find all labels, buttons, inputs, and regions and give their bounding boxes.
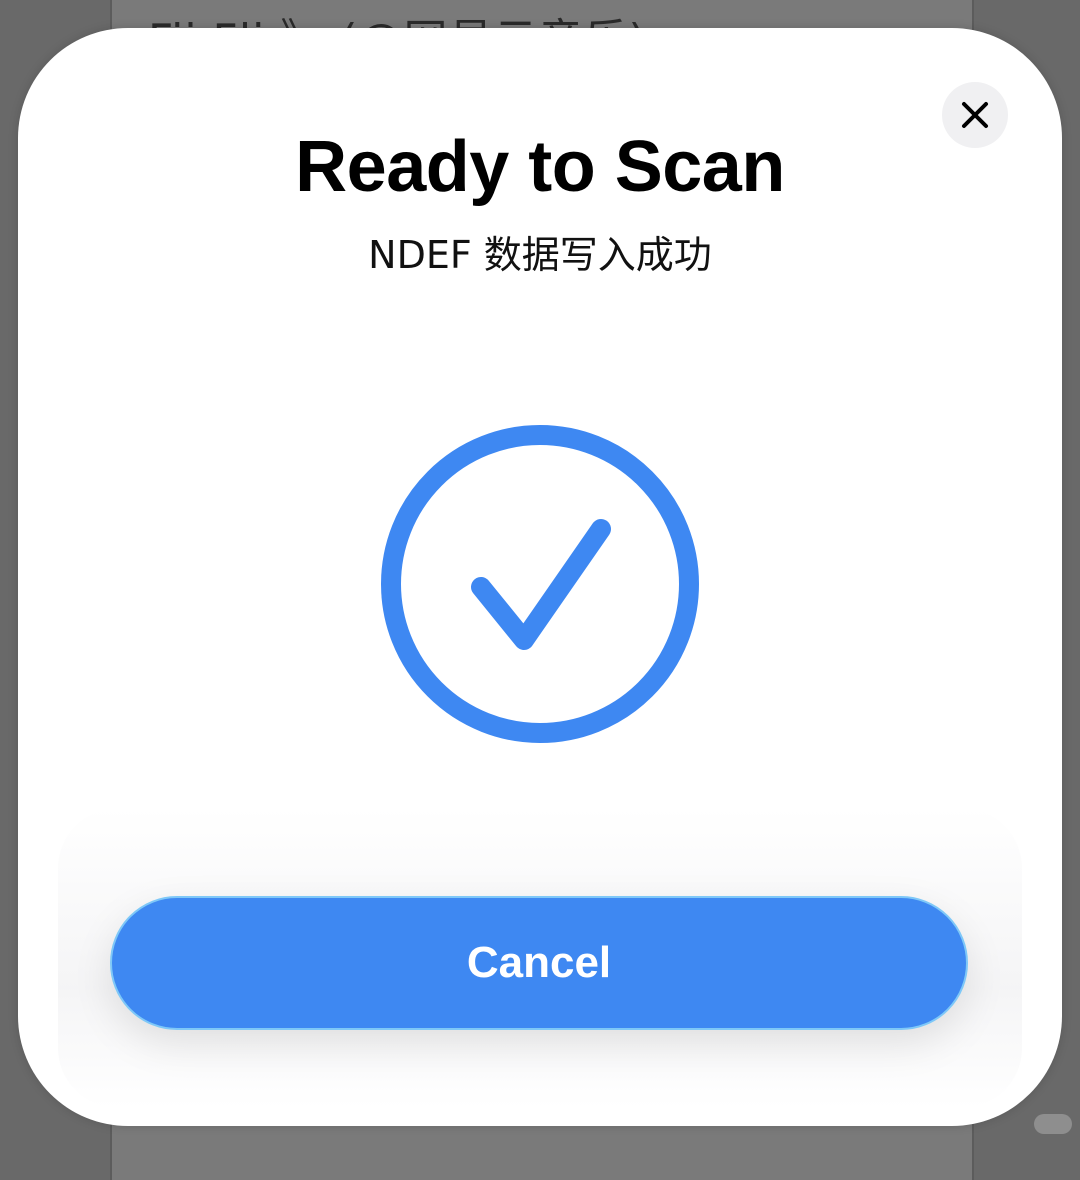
checkmark-circle-icon <box>381 425 699 743</box>
watermark <box>1034 1114 1072 1134</box>
sheet-subtitle: NDEF 数据写入成功 <box>368 233 712 277</box>
nfc-scan-sheet: Ready to Scan NDEF 数据写入成功 Cancel <box>18 28 1062 1126</box>
sheet-title: Ready to Scan <box>295 127 785 207</box>
cancel-button[interactable]: Cancel <box>110 896 968 1030</box>
